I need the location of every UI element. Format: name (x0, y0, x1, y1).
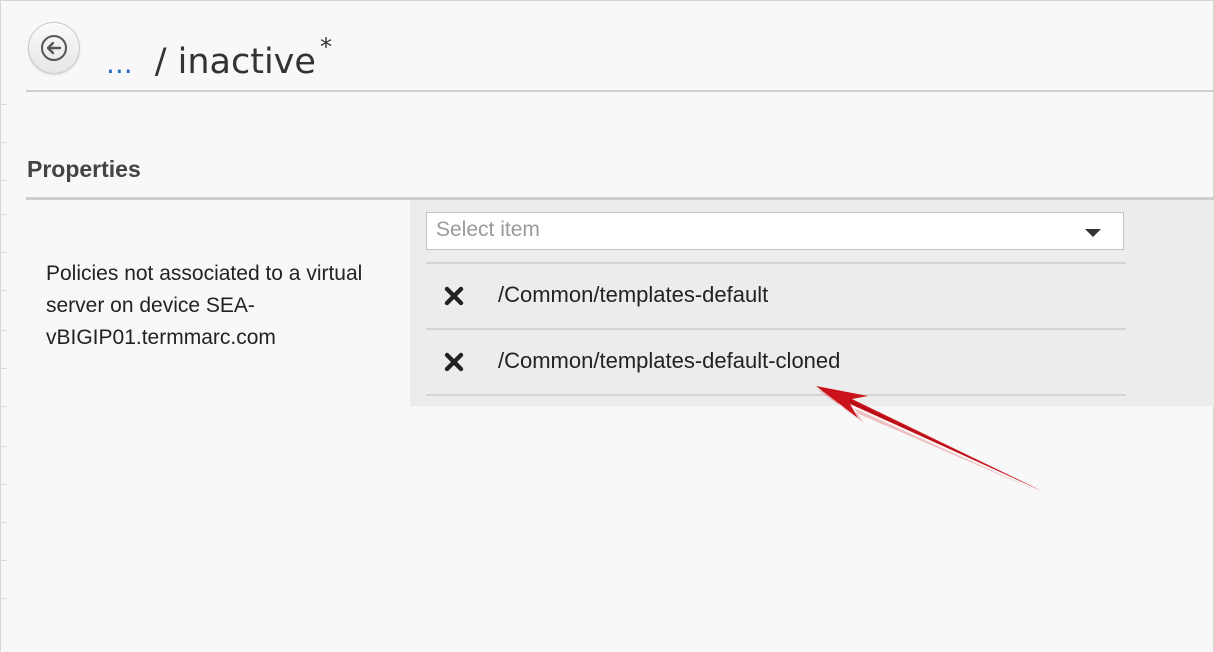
list-item-label: /Common/templates-default-cloned (498, 348, 841, 373)
back-button[interactable] (28, 22, 80, 74)
list-item: /Common/templates-default (426, 262, 1126, 328)
caret-down-icon (1085, 229, 1101, 237)
list-item: /Common/templates-default-cloned (426, 328, 1126, 396)
modified-marker: * (319, 33, 332, 61)
list-item-label: /Common/templates-default (498, 282, 769, 307)
left-gutter (0, 0, 6, 652)
page-title: inactive (177, 42, 316, 82)
close-x-icon[interactable] (443, 285, 465, 307)
select-placeholder: Select item (436, 218, 540, 241)
selected-items-list: /Common/templates-default /Common/templa… (426, 262, 1126, 396)
breadcrumb-separator: / (154, 42, 167, 82)
field-value-panel: Select item /Common/templates-default /C… (410, 200, 1214, 406)
breadcrumb: ... / inactive * (106, 24, 332, 87)
field-label: Policies not associated to a virtual ser… (46, 262, 363, 349)
select-item-dropdown[interactable]: Select item (426, 212, 1124, 250)
header-divider (26, 90, 1214, 92)
breadcrumb-ellipsis-link[interactable]: ... (106, 47, 133, 80)
section-title: Properties (27, 156, 141, 182)
close-x-icon[interactable] (443, 351, 465, 373)
arrow-left-circle-icon (41, 35, 67, 61)
